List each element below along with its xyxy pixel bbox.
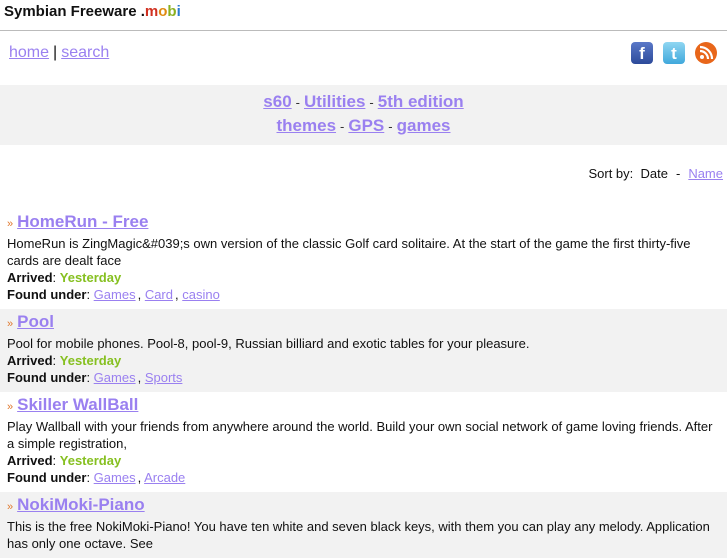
- bullet-icon: »: [7, 318, 14, 330]
- item-description: Pool for mobile phones. Pool-8, pool-9, …: [7, 336, 530, 351]
- tag-link[interactable]: Games: [94, 287, 136, 302]
- category-separator: -: [340, 119, 345, 134]
- item-arrived: Arrived: Yesterday: [7, 352, 722, 369]
- arrived-label: Arrived: [7, 453, 53, 468]
- tag-separator: ,: [137, 287, 145, 302]
- found-label: Found under: [7, 370, 87, 385]
- colon: :: [86, 470, 94, 485]
- category-separator: -: [388, 119, 393, 134]
- item-title-link[interactable]: NokiMoki-Piano: [17, 495, 145, 514]
- rss-icon[interactable]: [695, 42, 717, 64]
- sort-date: Date: [640, 166, 668, 181]
- category-link[interactable]: 5th edition: [378, 92, 464, 111]
- item-description: Play Wallball with your friends from any…: [7, 419, 713, 451]
- item-arrived: Arrived: Yesterday: [7, 269, 722, 286]
- colon: :: [86, 370, 94, 385]
- tag-link[interactable]: Sports: [145, 370, 183, 385]
- item-tags: Found under: Games, Sports: [7, 369, 722, 386]
- item-tags: Found under: Games, Arcade: [7, 469, 722, 486]
- item-title-link[interactable]: HomeRun - Free: [17, 212, 148, 231]
- found-label: Found under: [7, 287, 87, 302]
- site-header: Symbian Freeware .mobi: [0, 0, 727, 31]
- item-description: This is the free NokiMoki-Piano! You hav…: [7, 519, 710, 551]
- colon: :: [86, 287, 94, 302]
- arrived-value: Yesterday: [59, 270, 122, 285]
- app-list: » HomeRun - Free HomeRun is ZingMagic&#039…: [0, 209, 727, 558]
- item-description: HomeRun is ZingMagic&#039;s own version …: [7, 236, 691, 268]
- item-title-link[interactable]: Skiller WallBall: [17, 395, 138, 414]
- category-separator: -: [369, 95, 374, 110]
- arrived-value: Yesterday: [59, 353, 122, 368]
- sort-separator: -: [675, 166, 681, 181]
- site-title[interactable]: Symbian Freeware .mobi: [4, 3, 181, 20]
- bullet-icon: »: [7, 501, 14, 513]
- category-link[interactable]: s60: [263, 92, 291, 111]
- colon: :: [52, 453, 60, 468]
- tag-link[interactable]: Card: [145, 287, 173, 302]
- colon: :: [52, 353, 60, 368]
- arrived-value: Yesterday: [59, 453, 122, 468]
- category-link[interactable]: Utilities: [304, 92, 365, 111]
- list-item: » Skiller WallBall Play Wallball with your…: [0, 392, 727, 492]
- sort-label: Sort by:: [588, 166, 634, 181]
- top-nav: home | search f t: [0, 31, 727, 85]
- list-item: » Pool Pool for mobile phones. Pool-8, poo…: [0, 309, 727, 392]
- arrived-label: Arrived: [7, 270, 53, 285]
- bullet-icon: »: [7, 218, 14, 230]
- tag-separator: ,: [137, 370, 145, 385]
- arrived-label: Arrived: [7, 353, 53, 368]
- category-link[interactable]: GPS: [348, 116, 384, 135]
- tag-link[interactable]: Games: [94, 370, 136, 385]
- category-link[interactable]: themes: [277, 116, 337, 135]
- bullet-icon: »: [7, 401, 14, 413]
- tag-link[interactable]: Games: [94, 470, 136, 485]
- tag-link[interactable]: Arcade: [144, 470, 185, 485]
- category-separator: -: [295, 95, 300, 110]
- sort-bar: Sort by: Date - Name: [0, 166, 727, 209]
- found-label: Found under: [7, 470, 87, 485]
- item-tags: Found under: Games, Card, casino: [7, 286, 722, 303]
- category-link[interactable]: games: [397, 116, 451, 135]
- list-item: » HomeRun - Free HomeRun is ZingMagic&#039…: [0, 209, 727, 309]
- item-arrived: Arrived: Yesterday: [7, 452, 722, 469]
- nav-separator: |: [53, 44, 58, 61]
- sort-name-link[interactable]: Name: [688, 166, 723, 181]
- category-box: s60- Utilities -5th edition themes - GPS - gam…: [0, 85, 727, 145]
- colon: :: [52, 270, 60, 285]
- home-link[interactable]: home: [9, 44, 49, 61]
- facebook-icon[interactable]: f: [631, 42, 653, 64]
- twitter-icon[interactable]: t: [663, 42, 685, 64]
- search-link[interactable]: search: [61, 44, 109, 61]
- list-item: » NokiMoki-Piano This is the free NokiMoki…: [0, 492, 727, 558]
- item-title-link[interactable]: Pool: [17, 312, 54, 331]
- tag-link[interactable]: casino: [182, 287, 220, 302]
